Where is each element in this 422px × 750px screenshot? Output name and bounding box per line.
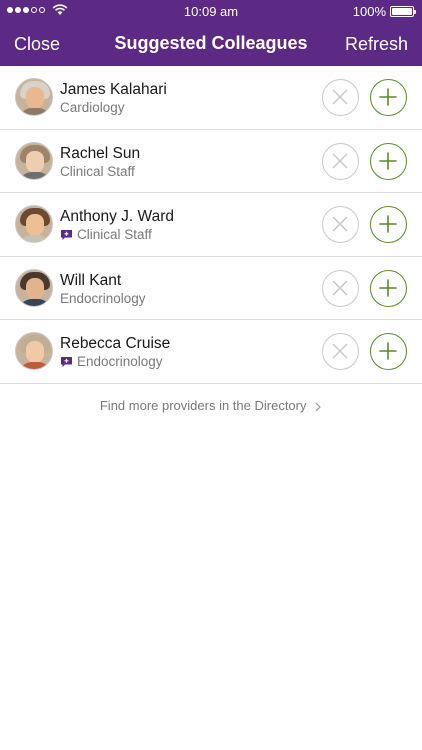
plus-icon: [379, 278, 397, 297]
specialty-label: Cardiology: [60, 100, 125, 115]
colleague-specialty: Endocrinology: [60, 291, 146, 306]
message-badge-icon: [61, 229, 72, 240]
colleague-row[interactable]: Will Kant Endocrinology: [0, 256, 422, 320]
avatar: [15, 205, 53, 243]
chevron-right-icon: [315, 402, 321, 411]
dismiss-button[interactable]: [322, 79, 359, 116]
colleague-name: James Kalahari: [60, 81, 167, 98]
add-button[interactable]: [370, 142, 407, 180]
message-badge-icon: [61, 356, 72, 367]
colleague-list: James Kalahari Cardiology Rachel Sun Cli…: [0, 66, 422, 384]
battery-percentage: 100%: [352, 4, 386, 19]
colleague-specialty: Clinical Staff: [60, 227, 152, 242]
directory-link[interactable]: Find more providers in the Directory: [0, 398, 422, 413]
x-icon: [332, 89, 348, 105]
refresh-button[interactable]: Refresh: [345, 34, 408, 55]
dismiss-button[interactable]: [322, 206, 359, 243]
plus-icon: [379, 342, 397, 360]
colleague-name: Will Kant: [60, 271, 122, 289]
dismiss-button[interactable]: [322, 142, 359, 180]
colleague-specialty: Clinical Staff: [60, 164, 135, 179]
specialty-label: Endocrinology: [60, 290, 146, 306]
specialty-label: Endocrinology: [77, 354, 163, 369]
add-button[interactable]: [370, 206, 407, 243]
colleague-row[interactable]: Rachel Sun Clinical Staff: [0, 129, 422, 193]
status-bar: 10:09 am 100%: [0, 0, 422, 22]
add-button[interactable]: [370, 269, 407, 307]
colleague-row[interactable]: James Kalahari Cardiology: [0, 66, 422, 130]
avatar: [15, 332, 53, 370]
colleague-name: Rachel Sun: [60, 144, 141, 162]
colleague-row[interactable]: Anthony J. Ward Clinical Staff: [0, 193, 422, 257]
colleague-name: Anthony J. Ward: [60, 208, 175, 225]
close-button[interactable]: Close: [14, 34, 60, 55]
plus-icon: [379, 88, 397, 106]
x-icon: [332, 343, 348, 359]
avatar: [15, 268, 53, 307]
plus-icon: [379, 215, 397, 233]
navigation-bar: Close Suggested Colleagues Refresh: [0, 22, 422, 66]
specialty-label: Clinical Staff: [77, 227, 152, 242]
colleague-row[interactable]: Rebecca Cruise Endocrinology: [0, 320, 422, 384]
directory-link-label: Find more providers in the Directory: [99, 398, 307, 413]
colleague-specialty: Cardiology: [60, 100, 125, 115]
x-icon: [332, 280, 348, 295]
dismiss-button[interactable]: [322, 333, 359, 370]
x-icon: [332, 216, 348, 232]
x-icon: [332, 153, 348, 168]
specialty-label: Clinical Staff: [60, 163, 135, 179]
avatar: [15, 141, 53, 180]
colleague-name: Rebecca Cruise: [60, 335, 171, 352]
battery-icon: [390, 6, 416, 17]
dismiss-button[interactable]: [322, 269, 359, 307]
add-button[interactable]: [370, 79, 407, 116]
colleague-specialty: Endocrinology: [60, 354, 163, 369]
avatar: [15, 78, 53, 116]
add-button[interactable]: [370, 333, 407, 370]
header-bar: 10:09 am 100% Close Suggested Colleagues…: [0, 0, 422, 66]
plus-icon: [379, 151, 397, 170]
